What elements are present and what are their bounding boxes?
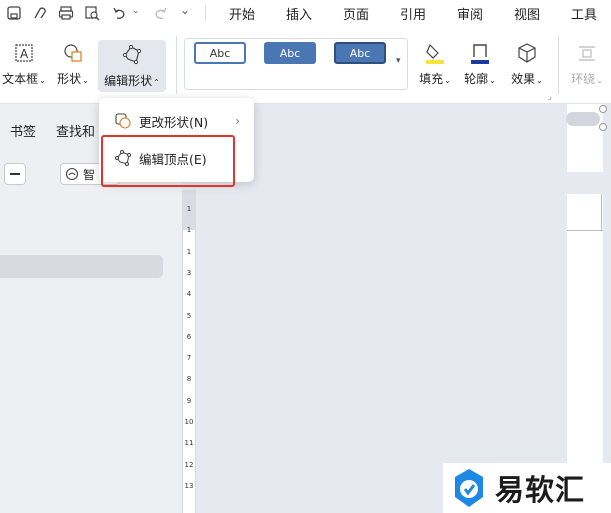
shape-style-2-label: Abc: [279, 46, 301, 60]
effect-button[interactable]: 效果⌄: [507, 40, 547, 87]
nav-selected-row[interactable]: [0, 255, 163, 278]
print-icon[interactable]: [56, 3, 76, 23]
tab-tools[interactable]: 工具: [571, 4, 597, 23]
scrollbar-handle-icon[interactable]: [598, 104, 608, 132]
shape-style-3-label: Abc: [349, 46, 371, 60]
tab-review[interactable]: 审阅: [457, 4, 483, 23]
wrap-icon: [574, 40, 600, 66]
minus-icon: [10, 173, 20, 175]
ruler-tick-label: 10: [184, 418, 194, 426]
fill-bucket-icon: [422, 40, 448, 66]
edit-shape-button[interactable]: 编辑形状⌃: [98, 40, 166, 92]
link-icon[interactable]: [30, 3, 50, 23]
menu-divider: [205, 5, 206, 21]
ruler-tick-label: 1: [186, 247, 192, 256]
scroll-thumb[interactable]: [566, 112, 600, 126]
menu-item-change-shape[interactable]: 更改形状(N) ›: [99, 104, 254, 138]
menu-item-change-shape-label: 更改形状(N): [139, 114, 209, 130]
wrap-button: 环绕⌄: [565, 40, 609, 87]
tab-page[interactable]: 页面: [343, 4, 369, 23]
ruler-tick-label: 12: [184, 460, 194, 469]
textbox-button[interactable]: A 文本框⌄: [0, 40, 48, 87]
ruler-tick-label: 1: [186, 205, 192, 213]
wrap-label: 环绕: [571, 72, 596, 86]
ruler-tick-label: 7: [186, 354, 192, 363]
tab-references[interactable]: 引用: [400, 4, 426, 23]
tab-start[interactable]: 开始: [229, 4, 255, 23]
shape-button[interactable]: 形状⌄: [54, 40, 92, 87]
shape-style-1[interactable]: Abc: [194, 42, 246, 64]
effect-label: 效果: [511, 72, 536, 86]
collapse-button[interactable]: [4, 163, 26, 185]
svg-text:A: A: [20, 47, 29, 61]
ruler-tick-label: 11: [184, 439, 194, 448]
outline-button[interactable]: 轮廓⌄: [462, 40, 498, 87]
shape-style-3[interactable]: Abc: [334, 42, 386, 64]
ruler-tick-label: 8: [186, 375, 192, 384]
shape-style-1-label: Abc: [209, 46, 231, 60]
watermark-icon: [455, 469, 483, 507]
fill-label: 填充: [419, 72, 444, 86]
shape-icon: [60, 40, 86, 66]
ruler-tick-label: 4: [186, 290, 192, 299]
ruler-tick-label: 3: [186, 268, 192, 277]
smart-toc-label: 智: [83, 167, 96, 182]
watermark-logo: 易软汇: [443, 463, 611, 513]
redo-icon[interactable]: [150, 3, 170, 23]
smart-icon: [65, 167, 79, 181]
tab-view[interactable]: 视图: [514, 4, 540, 23]
tab-insert[interactable]: 插入: [286, 4, 312, 23]
fill-button[interactable]: 填充⌄: [417, 40, 453, 87]
dialog-launcher-icon[interactable]: ⌟: [548, 92, 552, 101]
change-shape-icon: [113, 111, 133, 131]
edit-shape-icon: [119, 42, 145, 68]
undo-icon[interactable]: [110, 3, 130, 23]
print-preview-icon[interactable]: [82, 3, 102, 23]
shape-label: 形状: [57, 72, 82, 86]
cube-icon: [514, 40, 540, 66]
edit-shape-label: 编辑形状: [104, 74, 153, 88]
ruler-tick-label: 13: [184, 481, 194, 490]
watermark-text: 易软汇: [495, 473, 586, 507]
ribbon: A 文本框⌄ 形状⌄ 编辑形状⌃ Abc Abc Abc ▾ 填充⌄ 轮廓⌄ 效…: [0, 26, 611, 104]
save-icon[interactable]: [4, 3, 24, 23]
ruler-tick-label: 9: [186, 396, 192, 405]
more-icon[interactable]: ⌄: [180, 3, 190, 17]
menu-bar: ⌄ ⌄ 开始 插入 页面 引用 审阅 视图 工具: [0, 0, 611, 26]
chevron-right-icon: ›: [235, 114, 240, 128]
ribbon-divider-2: [558, 36, 559, 94]
highlight-box: [101, 135, 235, 187]
ruler-tick-label: 6: [186, 332, 192, 341]
textbox-label: 文本框: [2, 72, 39, 86]
undo-dropdown-icon[interactable]: ⌄: [132, 6, 140, 16]
shape-style-2[interactable]: Abc: [264, 42, 316, 64]
page-margin-marker: [567, 230, 603, 231]
outline-label: 轮廓: [464, 72, 489, 86]
page-margin-marker-v: [601, 194, 602, 230]
tab-bookmarks[interactable]: 书签: [10, 121, 36, 140]
ruler-tick-label: 5: [186, 311, 192, 320]
tab-find-replace[interactable]: 查找和: [56, 121, 95, 140]
outline-icon: [467, 40, 493, 66]
textbox-icon: A: [11, 40, 37, 66]
gallery-expand-icon[interactable]: ▾: [396, 56, 401, 66]
ribbon-divider: [176, 36, 177, 94]
ruler-tick-label: 1: [186, 226, 192, 235]
